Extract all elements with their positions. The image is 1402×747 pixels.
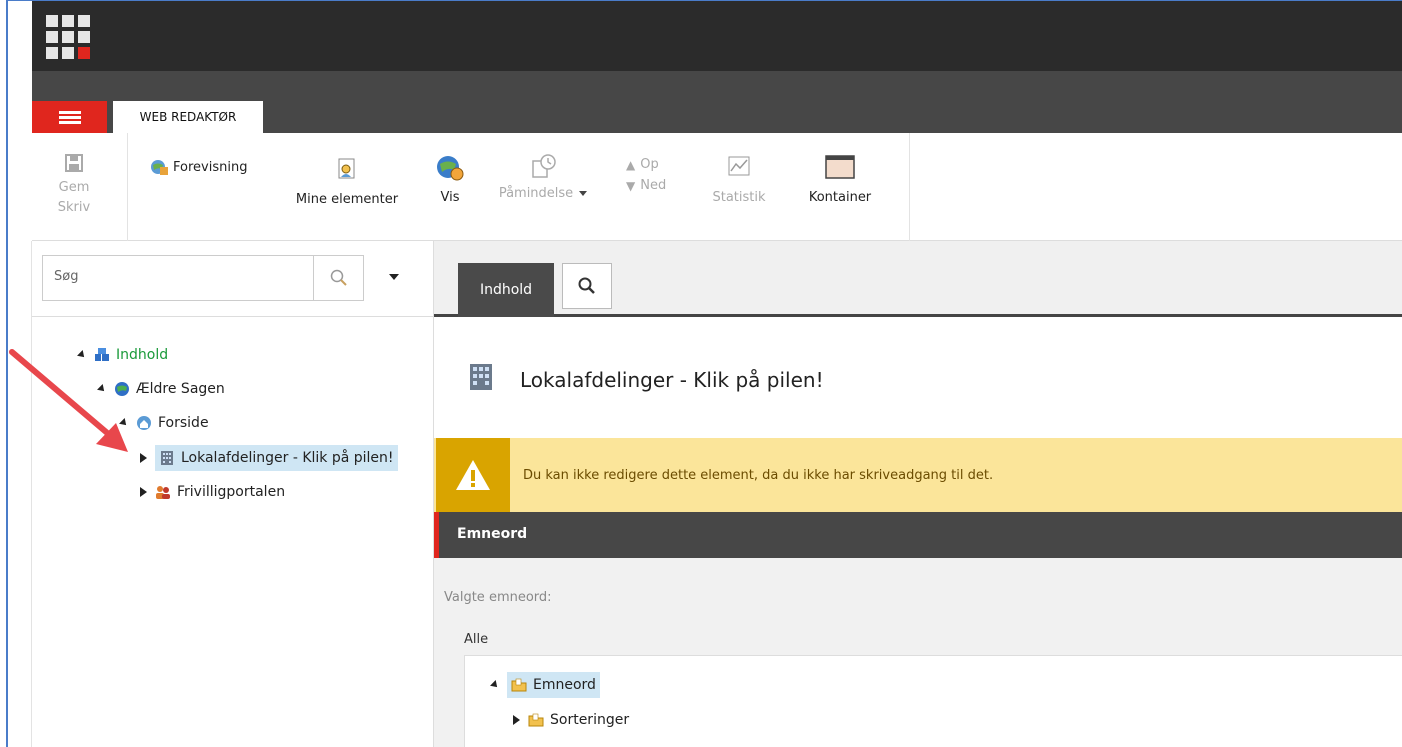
- app-grid-icon[interactable]: [46, 15, 90, 59]
- hamburger-icon: [58, 109, 81, 126]
- preview-button[interactable]: Forevisning: [150, 159, 247, 175]
- warning-icon: [436, 438, 510, 512]
- down-label: Ned: [640, 178, 667, 193]
- divider: [32, 316, 434, 317]
- page-title: Lokalafdelinger - Klik på pilen!: [520, 368, 824, 392]
- tree-search-button[interactable]: [314, 255, 364, 301]
- search-icon: [330, 269, 347, 286]
- my-items-button[interactable]: Mine elementer: [282, 157, 412, 207]
- tree-search-input[interactable]: Søg: [42, 255, 314, 301]
- up-down-group: ▲ Op ▼ Ned: [626, 157, 686, 193]
- container-label: Kontainer: [808, 190, 872, 205]
- expand-triangle-icon: [119, 418, 129, 428]
- top-bar: [32, 1, 1402, 71]
- editor-panel: Indhold Lokalafdelinger - Klik på pilen!…: [434, 241, 1402, 747]
- tree-node-lokalafdelinger[interactable]: Lokalafdelinger - Klik på pilen!: [140, 445, 398, 471]
- collapsed-triangle-icon[interactable]: [140, 453, 147, 463]
- folder-icon: [528, 713, 544, 727]
- people-icon: [156, 486, 170, 499]
- warning-banner: Du kan ikke redigere dette element, da d…: [434, 438, 1402, 512]
- write-label: Skriv: [57, 200, 91, 215]
- statistics-button[interactable]: Statistik: [704, 155, 774, 205]
- tree-node-indhold[interactable]: Indhold: [77, 342, 169, 368]
- warning-text: Du kan ikke redigere dette element, da d…: [523, 468, 994, 483]
- content-root-icon: [95, 348, 109, 361]
- app: WEB REDAKTØR Gem Skriv Forevisning Mine …: [10, 1, 1402, 747]
- hamburger-menu-button[interactable]: [32, 101, 107, 133]
- building-icon: [470, 364, 492, 390]
- expand-triangle-icon: [97, 384, 107, 394]
- ribbon-group-save: Gem Skriv: [32, 133, 128, 241]
- section-header-emneord[interactable]: Emneord: [434, 512, 1402, 558]
- save-button[interactable]: Gem Skriv: [44, 153, 104, 215]
- tree-node-label: Sorteringer: [550, 712, 630, 728]
- selected-tags-label: Valgte emneord:: [444, 590, 552, 605]
- chevron-up-icon: ▲: [626, 157, 636, 172]
- caret-down-icon: [579, 191, 588, 196]
- statistics-label: Statistik: [712, 190, 766, 205]
- globe-show-icon: [437, 156, 464, 181]
- tree-node-label: Lokalafdelinger - Klik på pilen!: [181, 450, 394, 466]
- tree-node-frivilligportalen[interactable]: Frivilligportalen: [140, 479, 285, 505]
- section-body: Valgte emneord: Alle Emneord Sorteringer: [434, 558, 1402, 747]
- expand-triangle-icon: [77, 350, 87, 360]
- up-label: Op: [640, 157, 659, 172]
- building-icon: [161, 451, 173, 465]
- globe-icon: [115, 382, 129, 396]
- ribbon-tab-strip: WEB REDAKTØR: [32, 71, 1402, 133]
- expand-triangle-icon: [490, 680, 500, 690]
- sidebar-strip: [10, 241, 32, 747]
- caret-down-icon: [389, 274, 399, 280]
- statistics-icon: [728, 156, 750, 176]
- tree-node-label: Ældre Sagen: [136, 381, 225, 397]
- tree-node-aeldre-sagen[interactable]: Ældre Sagen: [97, 376, 225, 402]
- show-label: Vis: [440, 190, 460, 205]
- editor-tab-strip: Indhold: [434, 241, 1402, 317]
- save-icon: [65, 154, 83, 172]
- container-icon: [825, 155, 855, 179]
- ribbon: Gem Skriv Forevisning Mine elementer Vis…: [32, 133, 1402, 241]
- content-tree-panel: Søg Indhold Ældre Sagen Forside Lokalafd…: [32, 241, 434, 747]
- tag-tree-box: Emneord Sorteringer: [464, 655, 1402, 747]
- window-frame-left: [0, 0, 8, 747]
- home-globe-icon: [137, 416, 151, 430]
- move-down-button[interactable]: ▼ Ned: [626, 178, 686, 193]
- item-header: Lokalafdelinger - Klik på pilen!: [434, 320, 1402, 438]
- save-label: Gem: [58, 180, 90, 195]
- folder-icon: [511, 678, 527, 692]
- globe-preview-icon: [151, 160, 168, 175]
- reminder-button[interactable]: Påmindelse: [488, 153, 598, 201]
- my-items-label: Mine elementer: [295, 192, 399, 207]
- tag-tree-node-emneord[interactable]: Emneord: [490, 672, 600, 698]
- reminder-label: Påmindelse: [498, 186, 574, 201]
- tree-node-label: Forside: [158, 415, 209, 431]
- my-items-icon: [338, 158, 355, 179]
- section-title: Emneord: [457, 526, 528, 542]
- preview-label: Forevisning: [173, 159, 248, 175]
- reminder-icon: [532, 154, 556, 178]
- chevron-down-icon: ▼: [626, 178, 636, 193]
- show-button[interactable]: Vis: [428, 155, 472, 205]
- tab-web-redaktor[interactable]: WEB REDAKTØR: [113, 101, 263, 133]
- tab-indhold[interactable]: Indhold: [458, 263, 554, 317]
- tag-tree-node-sorteringer[interactable]: Sorteringer: [513, 707, 629, 733]
- tree-node-label: Emneord: [533, 677, 596, 693]
- ribbon-group-tools: Forevisning Mine elementer Vis Påmindels…: [128, 133, 910, 241]
- container-button[interactable]: Kontainer: [798, 155, 882, 205]
- all-tags-label: Alle: [464, 632, 489, 647]
- collapsed-triangle-icon[interactable]: [513, 715, 520, 725]
- collapsed-triangle-icon[interactable]: [140, 487, 147, 497]
- tree-node-label: Frivilligportalen: [177, 484, 286, 500]
- search-options-dropdown[interactable]: [382, 265, 406, 289]
- tree-node-forside[interactable]: Forside: [119, 410, 209, 436]
- move-up-button[interactable]: ▲ Op: [626, 157, 686, 172]
- tab-search[interactable]: [562, 263, 612, 309]
- tree-node-label: Indhold: [116, 347, 169, 363]
- search-icon: [578, 277, 595, 294]
